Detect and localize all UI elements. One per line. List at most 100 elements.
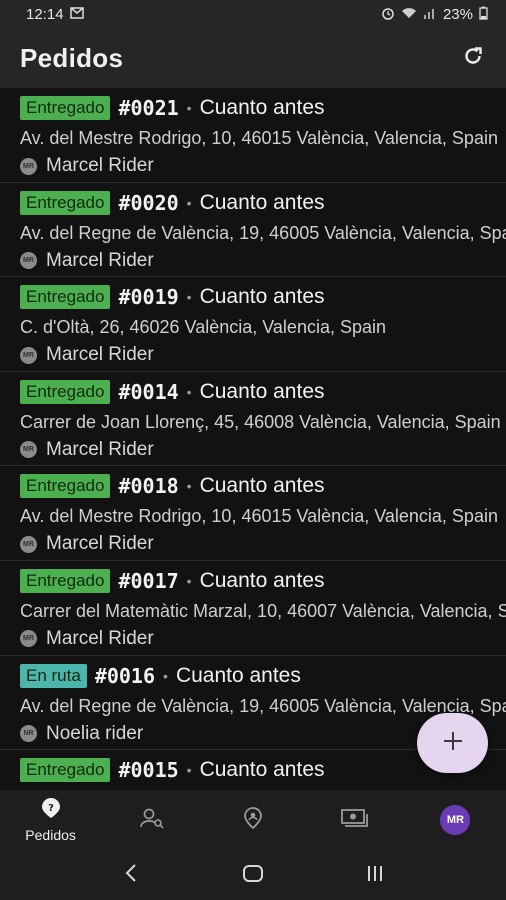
status-badge: Entregado: [20, 568, 111, 593]
order-row[interactable]: Entregado #0014 • Cuanto antes Carrer de Joa…: [0, 372, 506, 467]
order-address: Av. del Mestre Rodrigo, 10, 46015 Valènc…: [20, 506, 498, 527]
rider-name: Noelia rider: [46, 722, 144, 744]
nav-item-riders[interactable]: [101, 790, 202, 850]
refresh-button[interactable]: [458, 43, 488, 73]
rider-name: Marcel Rider: [46, 533, 154, 555]
rider-name: Marcel Rider: [46, 344, 154, 366]
recents-icon: [365, 863, 385, 888]
order-timing: Cuanto antes: [199, 474, 325, 498]
nav-item-label: Pedidos: [25, 827, 76, 843]
order-rider: MR Marcel Rider: [20, 530, 506, 558]
rider-avatar: MR: [20, 157, 37, 175]
separator-dot: •: [186, 100, 192, 116]
cash-icon: [340, 807, 369, 834]
order-timing: Cuanto antes: [199, 96, 325, 119]
rider-name: Marcel Rider: [46, 438, 154, 460]
separator-dot: •: [186, 289, 192, 306]
status-badge: Entregado: [20, 379, 111, 404]
status-badge: Entregado: [20, 474, 111, 499]
order-code: #0014: [118, 379, 179, 404]
riders-icon: [139, 807, 165, 834]
order-header: Entregado #0018 • Cuanto antes: [20, 472, 506, 500]
order-row[interactable]: Entregado #0020 • Cuanto antes Av. del Regne…: [0, 183, 506, 278]
rider-name: Marcel Rider: [46, 249, 154, 271]
order-rider: MR Marcel Rider: [20, 152, 506, 180]
status-badge: Entregado: [20, 758, 111, 783]
order-row[interactable]: Entregado #0017 • Cuanto antes Carrer del Ma…: [0, 561, 506, 656]
status-badge: Entregado: [20, 285, 111, 310]
back-button[interactable]: [111, 855, 151, 895]
bottom-navigation: ? Pedidos MR: [0, 790, 506, 850]
order-address: C. d'Oltà, 26, 46026 València, Valencia,…: [20, 317, 387, 338]
rider-avatar: MR: [20, 346, 37, 364]
order-header: Entregado #0021 • Cuanto antes: [20, 94, 506, 122]
status-bar: 12:14 23%: [0, 0, 506, 28]
order-header: Entregado #0014 • Cuanto antes: [20, 378, 506, 406]
rider-avatar: NR: [20, 725, 37, 743]
nav-item-location[interactable]: [202, 790, 303, 850]
status-time: 12:14: [26, 5, 64, 23]
status-badge: En ruta: [20, 663, 87, 688]
order-timing: Cuanto antes: [199, 568, 325, 592]
back-icon: [124, 862, 138, 889]
order-row[interactable]: Entregado #0021 • Cuanto antes Av. del Mestr…: [0, 88, 506, 183]
order-timing: Cuanto antes: [199, 285, 325, 309]
orders-list[interactable]: Entregado #0021 • Cuanto antes Av. del Mestr…: [0, 88, 506, 790]
rider-avatar: MR: [20, 441, 37, 459]
order-code: #0016: [94, 663, 156, 688]
home-button[interactable]: [233, 855, 273, 895]
alarm-icon: [381, 6, 395, 23]
rider-name: Marcel Rider: [46, 155, 154, 176]
separator-dot: •: [163, 667, 168, 684]
separator-dot: •: [186, 383, 192, 400]
separator-dot: •: [186, 572, 192, 589]
recents-button[interactable]: [355, 855, 395, 895]
order-row[interactable]: Entregado #0019 • Cuanto antes C. d'Oltà, 26…: [0, 277, 506, 372]
order-address: Av. del Mestre Rodrigo, 10, 46015 Valènc…: [20, 128, 498, 148]
order-code: #0021: [118, 96, 179, 120]
svg-text:?: ?: [48, 803, 54, 814]
home-icon: [242, 862, 264, 889]
order-code: #0020: [118, 190, 179, 215]
page-title: Pedidos: [20, 42, 124, 73]
order-row[interactable]: Entregado #0018 • Cuanto antes Av. del Mestr…: [0, 466, 506, 561]
nav-item-cash[interactable]: [304, 790, 405, 850]
system-navigation-bar: [0, 850, 506, 900]
refresh-icon: [462, 45, 484, 72]
plus-icon: [442, 730, 464, 757]
separator-dot: •: [186, 478, 192, 495]
status-badge: Entregado: [20, 96, 111, 120]
order-code: #0017: [118, 568, 179, 593]
order-rider: MR Marcel Rider: [20, 341, 506, 369]
order-rider: MR Marcel Rider: [20, 625, 506, 653]
avatar: MR: [440, 805, 471, 835]
order-header: En ruta #0016 • Cuanto antes: [20, 662, 506, 690]
signal-icon: [423, 7, 437, 22]
nav-item-profile[interactable]: MR: [405, 790, 506, 850]
order-address: Carrer de Joan Llorenç, 45, 46008 Valènc…: [20, 411, 501, 432]
order-rider: MR Marcel Rider: [20, 247, 506, 275]
separator-dot: •: [186, 194, 192, 211]
order-header: Entregado #0017 • Cuanto antes: [20, 567, 506, 595]
order-code: #0018: [118, 474, 179, 499]
order-header: Entregado #0019 • Cuanto antes: [20, 283, 506, 311]
location-icon: [242, 806, 264, 835]
battery-percent: 23%: [442, 5, 473, 23]
order-timing: Cuanto antes: [199, 379, 325, 403]
order-timing: Cuanto antes: [199, 758, 325, 782]
add-order-button[interactable]: [417, 713, 488, 773]
order-address: Carrer del Matemàtic Marzal, 10, 46007 V…: [20, 600, 506, 621]
order-code: #0015: [118, 758, 179, 783]
rider-avatar: MR: [20, 252, 37, 270]
rider-avatar: MR: [20, 630, 37, 648]
order-address: Av. del Regne de València, 19, 46005 Val…: [20, 222, 506, 243]
order-timing: Cuanto antes: [175, 663, 301, 687]
app-bar: Pedidos: [0, 28, 506, 88]
status-badge: Entregado: [20, 190, 111, 215]
mail-icon: [69, 6, 84, 22]
wifi-icon: [401, 7, 417, 22]
order-header: Entregado #0020 • Cuanto antes: [20, 189, 506, 217]
nav-item-pedidos[interactable]: ? Pedidos: [0, 790, 101, 850]
order-code: #0019: [118, 285, 179, 310]
orders-icon: ?: [40, 797, 62, 824]
